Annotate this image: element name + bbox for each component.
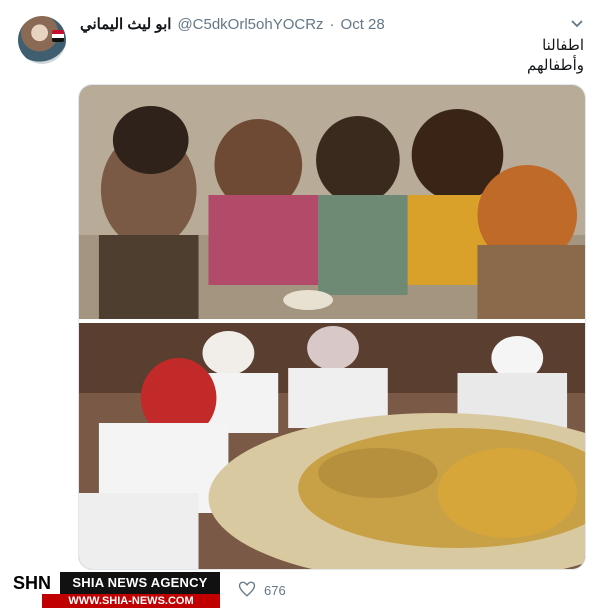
- tweet-header: ابو ليث اليماني @C5dkOrl5ohYOCRz · Oct 2…: [80, 14, 570, 34]
- yemen-flag-badge: [52, 30, 64, 42]
- user-handle[interactable]: @C5dkOrl5ohYOCRz: [177, 16, 323, 33]
- tweet-media[interactable]: [78, 84, 586, 570]
- like-count: 676: [264, 583, 286, 598]
- photo-wealthy-children-feast[interactable]: [79, 323, 585, 569]
- watermark: SHN SHIA NEWS AGENCY WWW.SHIA-NEWS.COM: [4, 572, 220, 608]
- tweet-text-line-2: وأطفالهم: [527, 57, 584, 74]
- avatar[interactable]: [18, 16, 66, 64]
- heart-icon: [238, 580, 256, 601]
- watermark-logo: SHN: [4, 572, 60, 594]
- tweet-card: ابو ليث اليماني @C5dkOrl5ohYOCRz · Oct 2…: [0, 0, 600, 609]
- tweet-text-line-1: اطفالنا: [542, 37, 584, 54]
- display-name[interactable]: ابو ليث اليماني: [80, 15, 171, 33]
- tweet-text: اطفالنا وأطفالهم: [80, 36, 584, 76]
- chevron-down-icon[interactable]: [570, 16, 584, 30]
- watermark-url: WWW.SHIA-NEWS.COM: [42, 594, 220, 608]
- tweet-date[interactable]: Oct 28: [341, 16, 385, 33]
- photo-poor-children-eating[interactable]: [79, 85, 585, 319]
- like-button[interactable]: 676: [238, 580, 286, 601]
- separator-dot: ·: [329, 15, 335, 33]
- watermark-agency-name: SHIA NEWS AGENCY: [60, 572, 220, 594]
